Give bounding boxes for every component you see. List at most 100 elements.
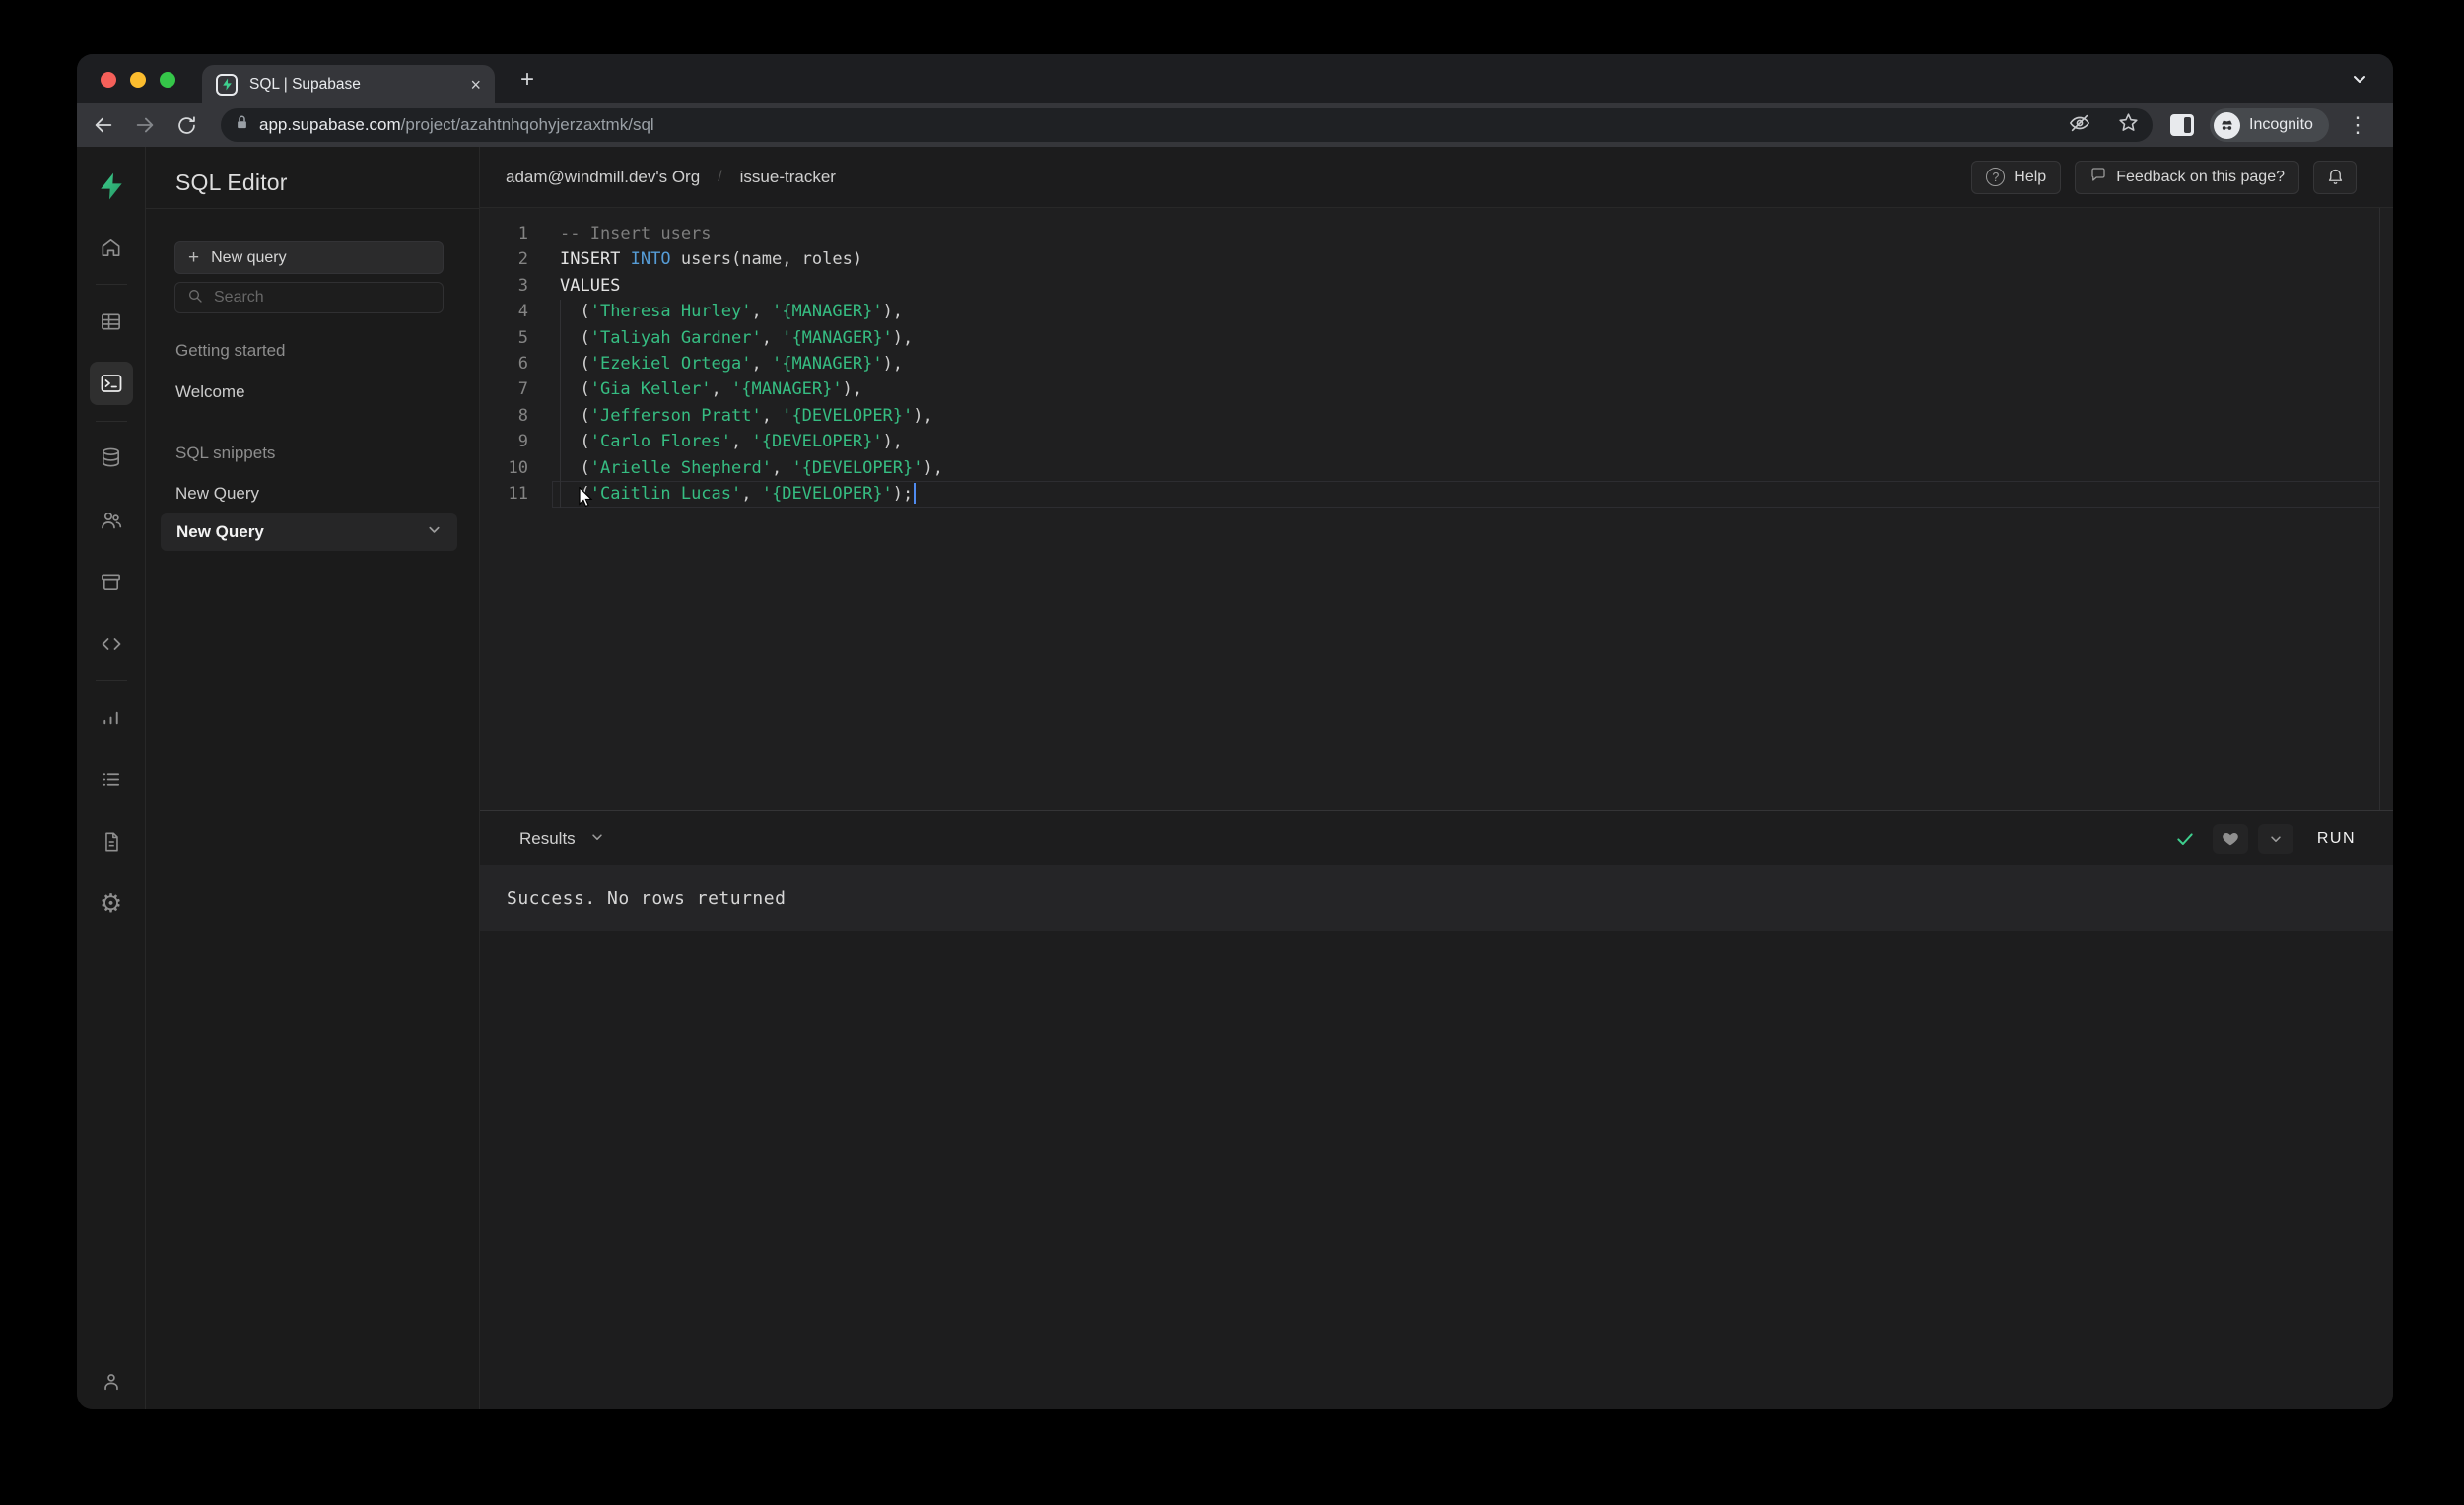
line-number: 9 [517,432,528,452]
chevron-down-icon [590,829,604,849]
tab-close-icon[interactable]: × [470,76,481,94]
line-number: 8 [517,405,528,426]
window-close-button[interactable] [101,72,116,88]
auth-users-icon[interactable] [90,499,133,542]
new-query-button[interactable]: + New query [174,241,444,274]
line-number: 3 [517,275,528,296]
browser-toolbar: app.supabase.com/project/azahtnhqohyjerz… [77,103,2393,147]
table-editor-icon[interactable] [90,300,133,343]
code-line-11[interactable]: ('Caitlin Lucas', '{DEVELOPER}'); [560,481,2373,507]
api-docs-icon[interactable] [90,820,133,863]
code-line-8[interactable]: ('Jefferson Pratt', '{DEVELOPER}'), [560,403,2373,429]
rail-divider [96,680,127,681]
settings-icon[interactable]: ⚙ [90,882,133,925]
chevron-down-icon[interactable] [427,522,442,542]
tab-title: SQL | Supabase [249,75,361,93]
run-button[interactable]: RUN [2317,830,2356,848]
rail-divider [96,284,127,285]
back-button[interactable] [83,114,124,136]
help-button[interactable]: ? Help [1971,160,2062,194]
code-line-10[interactable]: ('Arielle Shepherd', '{DEVELOPER}'), [560,455,2373,481]
reports-icon[interactable] [90,696,133,739]
breadcrumb-project[interactable]: issue-tracker [740,168,836,187]
section-header-sql-snippets: SQL snippets [175,444,276,462]
privacy-eye-off-icon[interactable] [2069,112,2090,139]
line-number: 10 [508,457,528,478]
code-line-3[interactable]: VALUES [560,273,2373,299]
success-message: Success. No rows returned [507,888,787,909]
bookmark-star-icon[interactable] [2118,112,2139,138]
bell-icon [2326,167,2345,188]
snippet-item-welcome[interactable]: Welcome [175,382,245,402]
code-line-2[interactable]: INSERT INTO users(name, roles) [560,246,2373,272]
supabase-logo-icon[interactable] [90,165,133,208]
notifications-button[interactable] [2313,160,2357,194]
side-panel-icon[interactable] [2170,114,2194,136]
snippet-item-new-query[interactable]: New Query [175,484,259,504]
tab-strip: SQL | Supabase × + [77,54,2393,103]
url-text: app.supabase.com/project/azahtnhqohyjerz… [259,115,2059,135]
url-host: app.supabase.com [259,115,401,134]
storage-icon[interactable] [90,560,133,603]
incognito-label: Incognito [2249,116,2313,133]
line-number: 1 [517,224,528,243]
code-line-4[interactable]: ('Theresa Hurley', '{MANAGER}'), [560,299,2373,324]
home-icon[interactable] [90,226,133,269]
breadcrumb-separator: / [718,168,722,185]
url-path: /project/azahtnhqohyjerzaxtmk/sql [400,115,654,134]
line-number: 11 [508,483,528,504]
code-line-7[interactable]: ('Gia Keller', '{MANAGER}'), [560,376,2373,402]
line-number: 2 [517,249,528,270]
feedback-bubble-icon [2089,166,2107,188]
account-icon[interactable] [90,1360,133,1403]
sql-editor[interactable]: 1 2 3 4 5 6 7 8 9 10 11 -- Insert users INSERT INTO… [480,208,2393,810]
search-box[interactable] [174,282,444,313]
supabase-app: ⚙ SQL Editor + New query Getting started… [77,147,2393,1409]
snippets-panel: SQL Editor + New query Getting started W… [146,147,480,1409]
code-line-6[interactable]: ('Ezekiel Ortega', '{MANAGER}'), [560,351,2373,376]
line-number: 6 [517,353,528,374]
page-title: SQL Editor [175,170,288,195]
url-bar[interactable]: app.supabase.com/project/azahtnhqohyjerz… [221,108,2153,142]
section-header-getting-started: Getting started [175,341,286,360]
incognito-badge: Incognito [2210,108,2329,142]
feedback-button[interactable]: Feedback on this page? [2075,160,2299,194]
window-zoom-button[interactable] [160,72,175,88]
browser-menu-button[interactable]: ⋮ [2347,112,2368,138]
run-options-chevron-button[interactable] [2257,823,2293,854]
editor-scrollbar-track[interactable] [2379,208,2380,810]
text-caret [914,483,917,505]
sql-editor-icon[interactable] [89,362,133,405]
results-message-row: Success. No rows returned [480,865,2393,931]
supabase-favicon-icon [216,73,238,96]
nav-rail: ⚙ [77,147,146,1409]
results-bar: Results RUN [480,810,2393,865]
plus-icon: + [188,247,200,268]
code-line-9[interactable]: ('Carlo Flores', '{DEVELOPER}'), [560,429,2373,454]
reload-button[interactable] [166,115,207,136]
snippet-item-new-query-selected[interactable]: New Query [161,513,457,551]
mouse-pointer [578,486,596,513]
window-minimize-button[interactable] [130,72,146,88]
tab-search-chevron-icon[interactable] [2352,71,2367,92]
breadcrumb: adam@windmill.dev's Org / issue-tracker [506,168,836,187]
line-number: 5 [517,327,528,348]
logs-icon[interactable] [90,757,133,800]
rail-divider [96,421,127,422]
incognito-icon [2214,111,2240,139]
code-line-5[interactable]: ('Taliyah Gardner', '{MANAGER}'), [560,325,2373,351]
search-input[interactable] [214,289,431,307]
breadcrumb-org[interactable]: adam@windmill.dev's Org [506,168,700,187]
new-tab-button[interactable]: + [520,68,534,92]
forward-button[interactable] [124,114,166,136]
results-dropdown[interactable]: Results [519,829,604,849]
code-line-1[interactable]: -- Insert users [560,221,2373,246]
browser-tab[interactable]: SQL | Supabase × [202,65,495,103]
database-icon[interactable] [90,436,133,479]
favorite-heart-button[interactable] [2212,823,2248,854]
query-valid-check-icon [2167,824,2203,854]
line-number: 4 [517,302,528,322]
lock-icon [235,114,249,136]
code-lines: -- Insert users INSERT INTO users(name, r… [560,221,2373,507]
edge-functions-icon[interactable] [90,622,133,665]
